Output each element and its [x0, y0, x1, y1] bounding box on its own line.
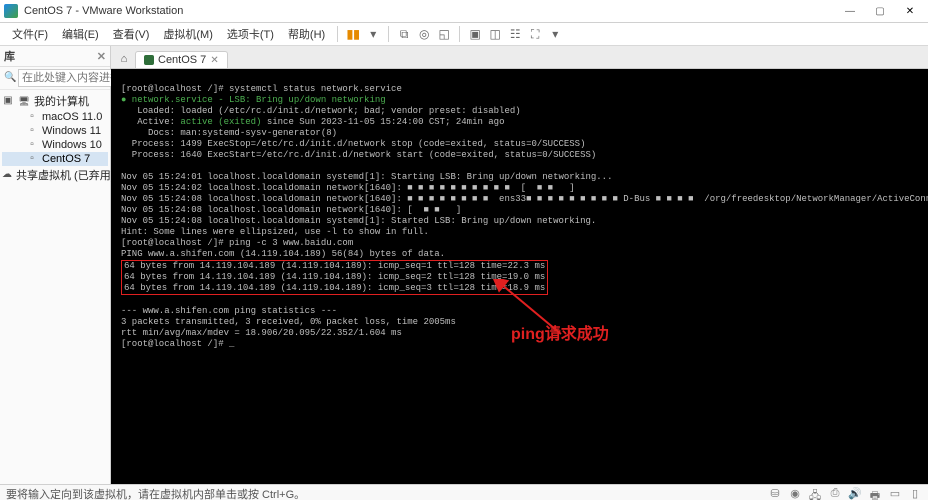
- app-logo-icon: [4, 4, 18, 18]
- minimize-button[interactable]: —: [836, 2, 864, 20]
- tree-root-my-computer[interactable]: 我的计算机: [2, 92, 108, 110]
- console-line: Docs: man:systemd-sysv-generator(8): [121, 128, 337, 138]
- maximize-button[interactable]: ▢: [866, 2, 894, 20]
- tab-centos7[interactable]: CentOS 7 ✕: [135, 51, 228, 68]
- vm-tree: 我的计算机 ▫ macOS 11.0 ▫ Windows 11 ▫ Window…: [0, 90, 110, 186]
- status-bar: 要将输入定向到该虚拟机，请在虚拟机内部单击或按 Ctrl+G。 ⛁ ◉ 🖧 ⎙ …: [0, 484, 928, 500]
- vm-running-icon: [144, 55, 154, 65]
- close-button[interactable]: ✕: [896, 2, 924, 20]
- vm-tabbar: ⌂ CentOS 7 ✕: [111, 46, 928, 69]
- vm-icon: ▫: [26, 139, 38, 151]
- pause-vm-icon[interactable]: ▮▮: [344, 25, 362, 43]
- ping-results-highlight: 64 bytes from 14.119.104.189 (14.119.104…: [121, 260, 548, 295]
- menu-vm[interactable]: 虚拟机(M): [157, 24, 219, 44]
- guest-console[interactable]: [root@localhost /]# systemctl status net…: [111, 69, 928, 484]
- console-line: ● network.service - LSB: Bring up/down n…: [121, 95, 386, 105]
- menu-file[interactable]: 文件(F): [6, 24, 54, 44]
- search-icon: 🔍: [4, 72, 16, 84]
- console-line: Loaded: loaded (/etc/rc.d/init.d/network…: [121, 106, 521, 116]
- status-hint: 要将输入定向到该虚拟机，请在虚拟机内部单击或按 Ctrl+G。: [6, 486, 305, 500]
- main-area: ⌂ CentOS 7 ✕ [root@localhost /]# systemc…: [111, 46, 928, 484]
- tree-root-label: 我的计算机: [34, 93, 89, 109]
- sidebar-header: 库 ✕: [0, 46, 110, 67]
- tree-root-shared[interactable]: ☁ 共享虚拟机 (已弃用): [2, 166, 108, 184]
- tab-close-icon[interactable]: ✕: [210, 55, 218, 66]
- library-sidebar: 库 ✕ 🔍 ▾ 我的计算机 ▫ macOS 11.0 ▫ Windows 11: [0, 46, 111, 484]
- console-line: [root@localhost /]# _: [121, 339, 234, 349]
- fullscreen-icon[interactable]: ▣: [466, 25, 484, 43]
- home-tab-icon[interactable]: ⌂: [115, 50, 133, 68]
- device-display-icon[interactable]: ▭: [888, 487, 902, 500]
- window-title: CentOS 7 - VMware Workstation: [24, 5, 836, 17]
- device-cd-icon[interactable]: ◉: [788, 487, 802, 500]
- device-network-icon[interactable]: 🖧: [808, 487, 822, 500]
- status-device-icons: ⛁ ◉ 🖧 ⎙ 🔊 🖶 ▭ ▯: [768, 487, 922, 500]
- console-line: Active: active (exited) since Sun 2023-1…: [121, 117, 504, 127]
- console-line: [root@localhost /]# systemctl status net…: [121, 84, 402, 94]
- console-line: Nov 05 15:24:01 localhost.localdomain sy…: [121, 172, 612, 182]
- toolbar-separator: [337, 26, 338, 42]
- device-hdd-icon[interactable]: ⛁: [768, 487, 782, 500]
- device-more-icon[interactable]: ▯: [908, 487, 922, 500]
- shared-icon: ☁: [2, 169, 12, 181]
- manage-snapshot-icon[interactable]: ◱: [435, 25, 453, 43]
- expand-icon[interactable]: [2, 95, 14, 107]
- annotation-text: ping请求成功: [511, 329, 609, 340]
- console-line: Process: 1499 ExecStop=/etc/rc.d/init.d/…: [121, 139, 585, 149]
- tree-item-win11[interactable]: ▫ Windows 11: [2, 124, 108, 138]
- console-line: --- www.a.shifen.com ping statistics ---: [121, 306, 337, 316]
- sidebar-search: 🔍 ▾: [0, 67, 110, 90]
- unity-icon[interactable]: ◫: [486, 25, 504, 43]
- console-line: 64 bytes from 14.119.104.189 (14.119.104…: [124, 272, 545, 282]
- tree-item-label: Windows 11: [42, 125, 101, 137]
- toolbar-separator: [388, 26, 389, 42]
- console-line: Nov 05 15:24:08 localhost.localdomain ne…: [121, 205, 461, 215]
- snapshot-icon[interactable]: ◎: [415, 25, 433, 43]
- menu-tabs[interactable]: 选项卡(T): [221, 24, 280, 44]
- tree-item-label: CentOS 7: [42, 153, 90, 165]
- menu-view[interactable]: 查看(V): [107, 24, 156, 44]
- console-line: Nov 05 15:24:08 localhost.localdomain sy…: [121, 216, 596, 226]
- computer-icon: [18, 95, 30, 107]
- tree-item-centos7[interactable]: ▫ CentOS 7: [2, 152, 108, 166]
- console-line: Process: 1640 ExecStart=/etc/rc.d/init.d…: [121, 150, 596, 160]
- tree-item-macos[interactable]: ▫ macOS 11.0: [2, 110, 108, 124]
- tree-item-win10[interactable]: ▫ Windows 10: [2, 138, 108, 152]
- console-line: [root@localhost /]# ping -c 3 www.baidu.…: [121, 238, 353, 248]
- console-line: rtt min/avg/max/mdev = 18.906/20.095/22.…: [121, 328, 402, 338]
- vm-icon: ▫: [26, 125, 38, 137]
- tree-item-label: Windows 10: [42, 139, 102, 151]
- console-line: 64 bytes from 14.119.104.189 (14.119.104…: [124, 283, 545, 293]
- stretch-icon[interactable]: ⛶: [526, 25, 544, 43]
- tree-item-label: macOS 11.0: [42, 111, 102, 123]
- console-line: 3 packets transmitted, 3 received, 0% pa…: [121, 317, 456, 327]
- device-sound-icon[interactable]: 🔊: [848, 487, 862, 500]
- console-line: 64 bytes from 14.119.104.189 (14.119.104…: [124, 261, 545, 271]
- device-usb-icon[interactable]: ⎙: [828, 487, 842, 500]
- menu-edit[interactable]: 编辑(E): [56, 24, 105, 44]
- toolbar-more-icon[interactable]: ▾: [546, 25, 564, 43]
- device-printer-icon[interactable]: 🖶: [868, 487, 882, 500]
- send-ctrl-alt-del-icon[interactable]: ⧉: [395, 25, 413, 43]
- tab-label: CentOS 7: [158, 54, 206, 66]
- toolbar-dropdown-icon[interactable]: ▾: [364, 25, 382, 43]
- console-line: Hint: Some lines were ellipsized, use -l…: [121, 227, 429, 237]
- tree-shared-label: 共享虚拟机 (已弃用): [16, 167, 114, 183]
- console-line: PING www.a.shifen.com (14.119.104.189) 5…: [121, 249, 445, 259]
- vm-icon: ▫: [26, 153, 38, 165]
- menu-help[interactable]: 帮助(H): [282, 24, 331, 44]
- console-line: Nov 05 15:24:02 localhost.localdomain ne…: [121, 183, 575, 193]
- vm-icon: ▫: [26, 111, 38, 123]
- window-titlebar: CentOS 7 - VMware Workstation — ▢ ✕: [0, 0, 928, 23]
- sidebar-title: 库: [4, 48, 15, 64]
- console-line: Nov 05 15:24:08 localhost.localdomain ne…: [121, 194, 928, 204]
- thumbnail-icon[interactable]: ☷: [506, 25, 524, 43]
- sidebar-close-icon[interactable]: ✕: [97, 50, 106, 63]
- menu-bar: 文件(F) 编辑(E) 查看(V) 虚拟机(M) 选项卡(T) 帮助(H) ▮▮…: [0, 23, 928, 46]
- window-controls: — ▢ ✕: [836, 2, 924, 20]
- toolbar-separator: [459, 26, 460, 42]
